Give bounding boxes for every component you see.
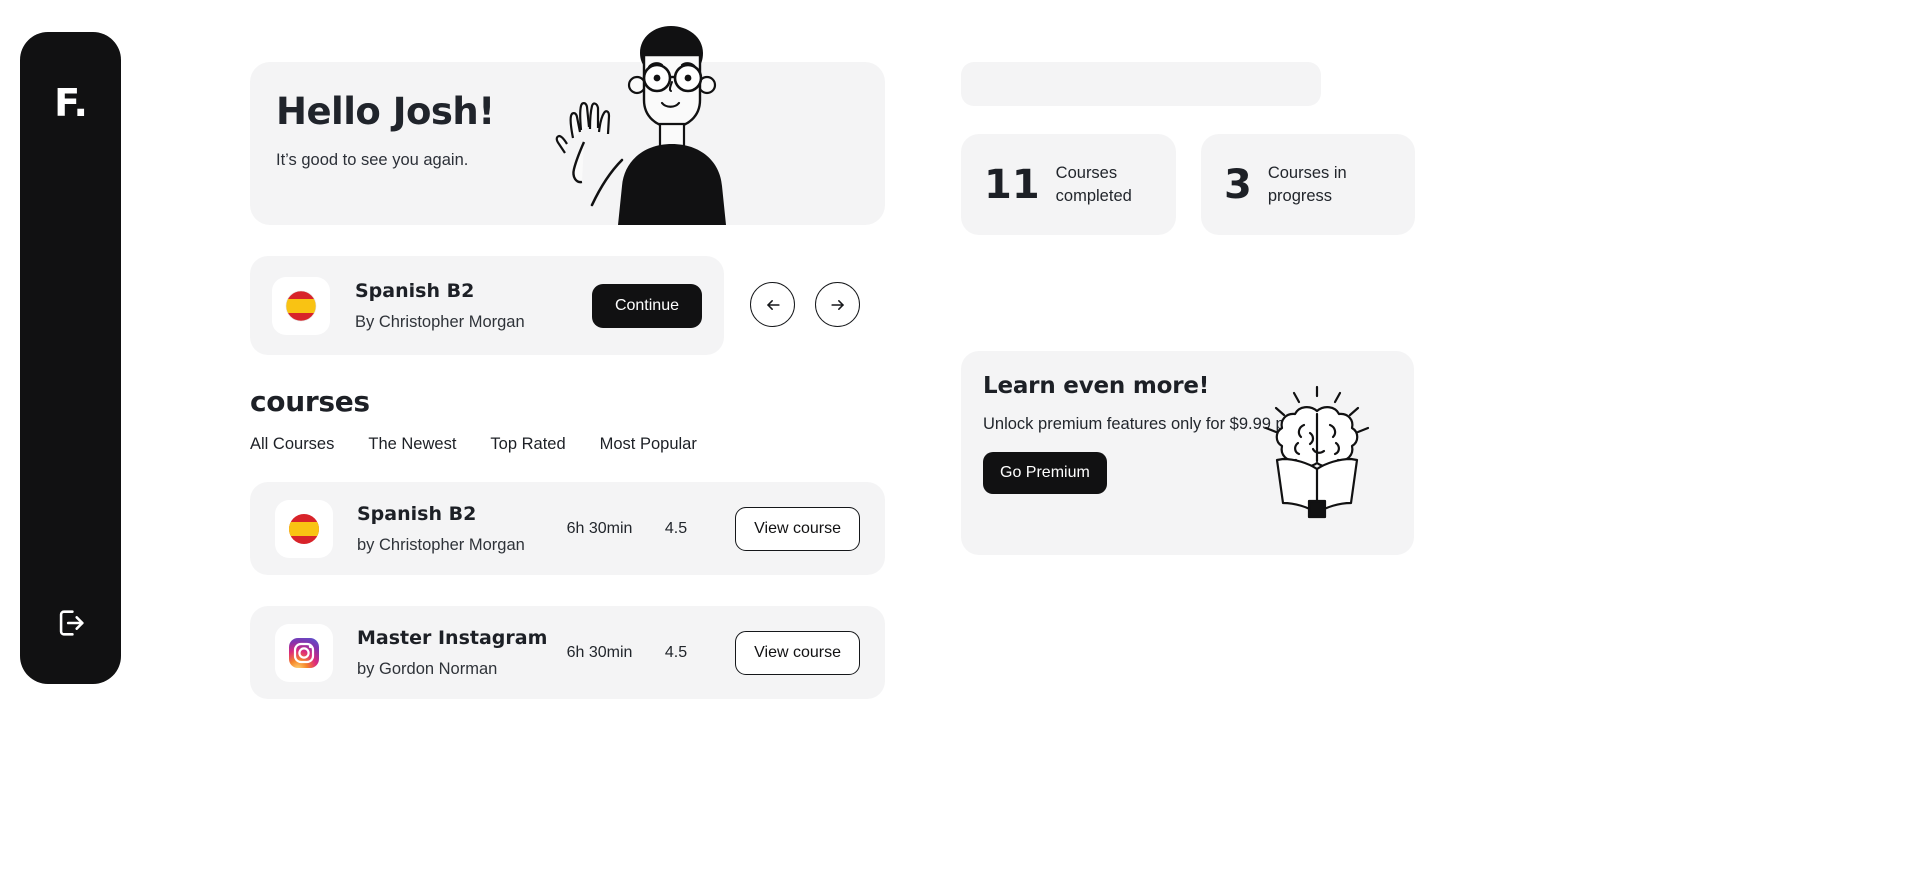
arrow-right-icon[interactable] [815, 282, 860, 327]
course-rating: 4.5 [664, 643, 688, 661]
continue-button[interactable]: Continue [591, 283, 702, 328]
main-column: Hello Josh! It’s good to see you again. [250, 0, 890, 870]
brain-on-book-icon [1242, 381, 1392, 531]
table-row[interactable]: Spanish B2 by Christopher Morgan 6h 30mi… [250, 482, 885, 575]
spain-flag-icon [272, 276, 330, 335]
course-title: Master Instagram [357, 626, 548, 649]
view-course-button[interactable]: View course [735, 630, 860, 675]
page-title: Hello Josh! [276, 90, 495, 133]
right-column: 11 Courses completed 3 Courses in progre… [961, 0, 1421, 870]
greeting-subtitle: It’s good to see you again. [276, 150, 469, 169]
carousel-controls [750, 282, 860, 327]
logout-icon[interactable] [52, 604, 90, 642]
course-info: Spanish B2 by Christopher Morgan [357, 503, 552, 555]
course-filter-tabs: All Courses The Newest Top Rated Most Po… [250, 435, 697, 454]
search-input[interactable] [961, 62, 1321, 106]
course-author: by Christopher Morgan [357, 535, 525, 554]
continue-course-author: By Christopher Morgan [355, 312, 525, 331]
waving-person-illustration [545, 20, 775, 225]
dashboard-root: F. Hello Josh! It’s good to see you agai… [0, 0, 1907, 870]
stat-value: 3 [1224, 161, 1252, 208]
spain-flag-icon [275, 499, 333, 558]
arrow-left-icon[interactable] [750, 282, 795, 327]
course-rating: 4.5 [664, 519, 688, 537]
continue-course-card: Spanish B2 By Christopher Morgan Continu… [250, 256, 724, 355]
sidebar: F. [20, 32, 121, 684]
course-duration: 6h 30min [566, 519, 633, 537]
premium-promo-card: Learn even more! Unlock premium features… [961, 351, 1414, 555]
table-row[interactable]: Master Instagram by Gordon Norman 6h 30m… [250, 606, 885, 699]
greeting-hero: Hello Josh! It’s good to see you again. [250, 26, 885, 225]
stats-group: 11 Courses completed 3 Courses in progre… [961, 134, 1415, 235]
stat-card-courses-completed: 11 Courses completed [961, 134, 1176, 235]
continue-course-title: Spanish B2 [355, 279, 475, 302]
course-author: by Gordon Norman [357, 659, 498, 678]
tab-top-rated[interactable]: Top Rated [490, 435, 565, 454]
course-title: Spanish B2 [357, 502, 477, 525]
go-premium-button[interactable]: Go Premium [983, 451, 1107, 494]
courses-heading: courses [250, 385, 370, 418]
course-list: Spanish B2 by Christopher Morgan 6h 30mi… [250, 482, 885, 699]
instagram-icon [275, 623, 333, 682]
tab-all-courses[interactable]: All Courses [250, 435, 334, 454]
continue-course-info: Spanish B2 By Christopher Morgan [355, 280, 592, 332]
stat-card-courses-in-progress: 3 Courses in progress [1201, 134, 1415, 235]
app-logo[interactable]: F. [54, 84, 88, 122]
stat-value: 11 [984, 161, 1040, 208]
view-course-button[interactable]: View course [735, 506, 860, 551]
course-duration: 6h 30min [566, 643, 633, 661]
greeting-text-group: Hello Josh! It’s good to see you again. [276, 90, 495, 170]
stat-label: Courses in progress [1267, 164, 1347, 205]
tab-the-newest[interactable]: The Newest [368, 435, 456, 454]
tab-most-popular[interactable]: Most Popular [600, 435, 697, 454]
course-info: Master Instagram by Gordon Norman [357, 627, 552, 679]
stat-label: Courses completed [1055, 164, 1132, 205]
